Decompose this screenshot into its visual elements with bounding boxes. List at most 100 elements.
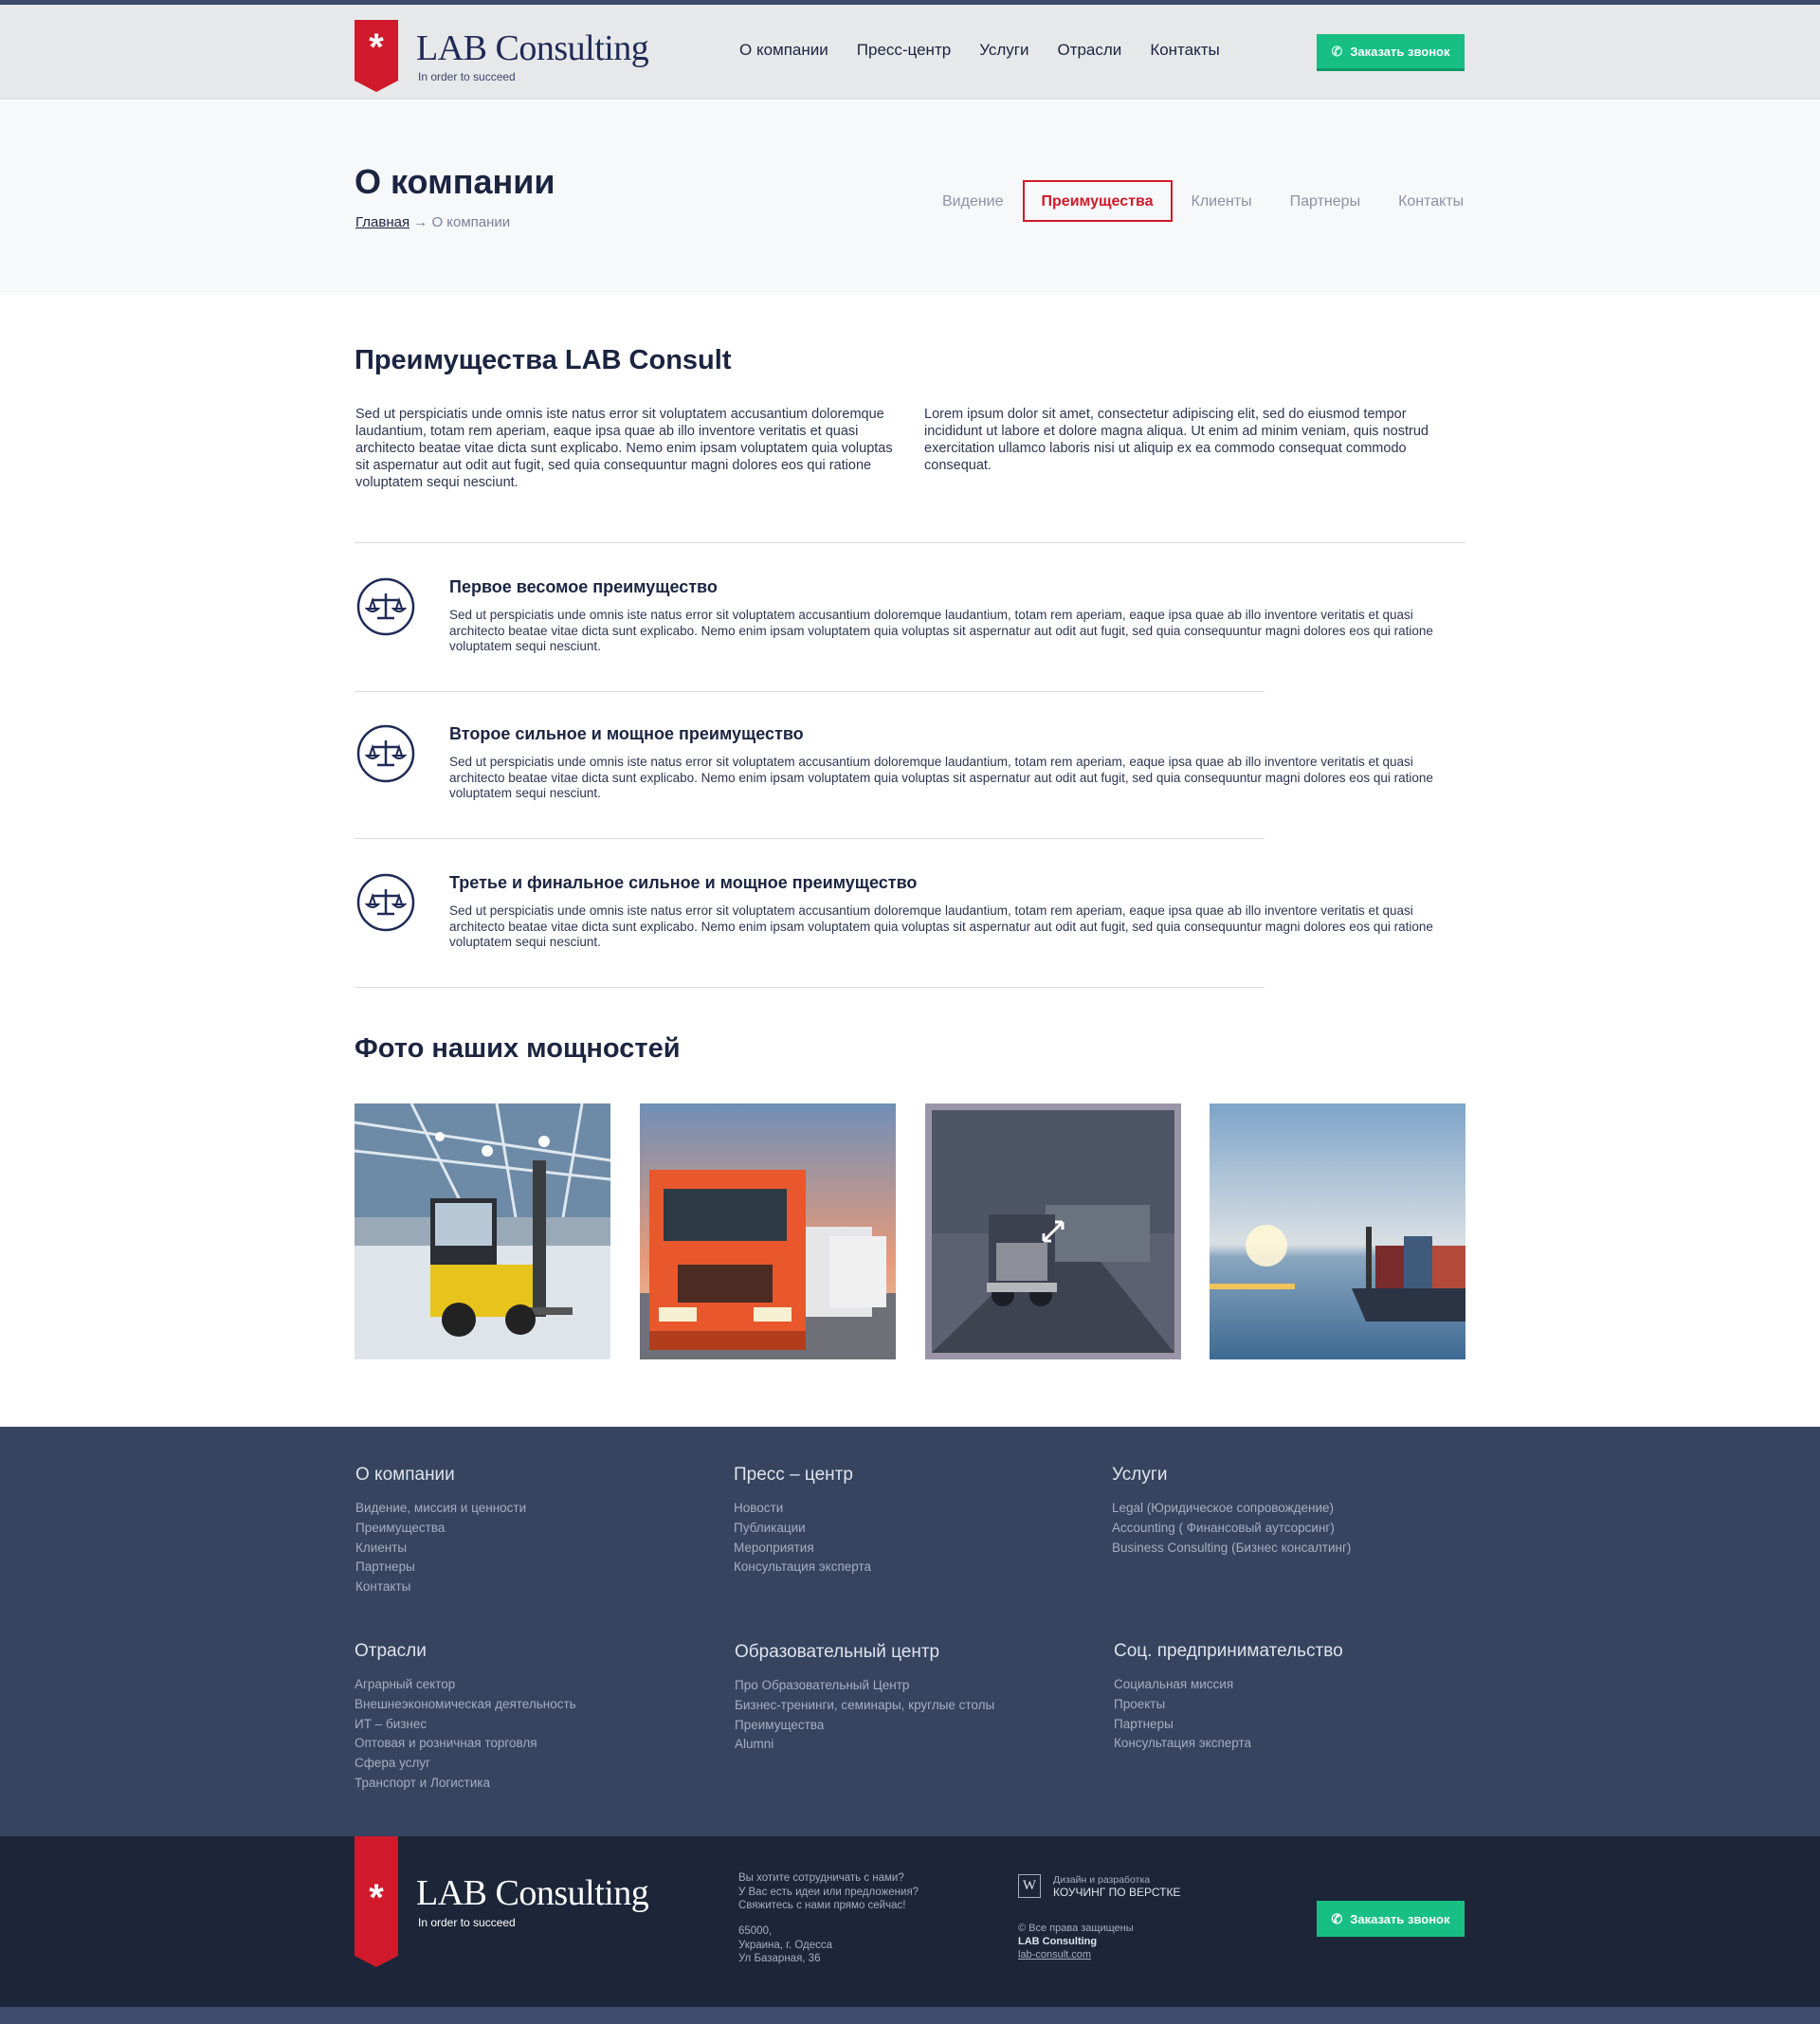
footer-column-title: Пресс – центр — [734, 1465, 853, 1485]
footer-link[interactable]: Партнеры — [1114, 1715, 1343, 1735]
phone-icon: ✆ — [1331, 43, 1343, 59]
footer-link[interactable]: Аграрный сектор — [355, 1675, 576, 1695]
footer-link[interactable]: Социальная миссия — [1114, 1675, 1343, 1695]
footer-link[interactable]: Транспорт и Логистика — [355, 1774, 576, 1794]
tab-clients[interactable]: Клиенты — [1173, 180, 1271, 222]
footer-column: Пресс – центр Новости Публикации Меропри… — [734, 1465, 871, 1577]
rights-text: © Все права защищены — [1018, 1923, 1134, 1934]
footer-link[interactable]: Оптовая и розничная торговля — [355, 1734, 576, 1754]
advantage-title: Второе сильное и мощное преимущество — [449, 724, 804, 743]
breadcrumb-current: О компании — [431, 214, 511, 230]
footer-order-call-label: Заказать звонок — [1350, 1911, 1450, 1926]
tab-vision[interactable]: Видение — [923, 180, 1023, 222]
bottom-stripe — [0, 2007, 1820, 2024]
logo[interactable]: * LAB Consulting In order to succeed — [355, 20, 658, 96]
footer-column-title: Отрасли — [355, 1641, 427, 1661]
cargo-ship-photo[interactable] — [1210, 1103, 1465, 1359]
scales-icon — [356, 577, 415, 636]
footer-link[interactable]: Alumni — [735, 1735, 994, 1755]
footer-link[interactable]: Видение, миссия и ценности — [355, 1499, 526, 1519]
footer-column-title: Образовательный центр — [735, 1642, 940, 1662]
logo-ribbon-icon: * — [355, 1836, 398, 1967]
breadcrumb-separator: → — [413, 214, 428, 230]
footer-link[interactable]: Преимущества — [355, 1519, 526, 1539]
footer-link[interactable]: Business Consulting (Бизнес консалтинг) — [1112, 1539, 1351, 1559]
order-call-button[interactable]: ✆ Заказать звонок — [1317, 34, 1465, 71]
footer-link[interactable]: Консультация эксперта — [734, 1558, 871, 1577]
nav-item-press[interactable]: Пресс-центр — [857, 41, 951, 60]
footer-link[interactable]: Преимущества — [735, 1716, 994, 1736]
truck-road-photo[interactable] — [925, 1103, 1181, 1359]
footer-link[interactable]: Партнеры — [355, 1558, 526, 1577]
footer-column: О компании Видение, миссия и ценности Пр… — [355, 1465, 526, 1597]
phone-icon: ✆ — [1331, 1910, 1343, 1926]
trucks-photo[interactable] — [640, 1103, 896, 1359]
advantage-item: Второе сильное и мощное преимущество Sed… — [355, 724, 1465, 838]
footer-link[interactable]: Клиенты — [355, 1539, 526, 1559]
footer-order-call-button[interactable]: ✆ Заказать звонок — [1317, 1901, 1465, 1937]
advantage-title: Третье и финальное сильное и мощное преи… — [449, 873, 918, 892]
designer-logo-icon[interactable]: W — [1018, 1874, 1041, 1898]
scales-icon — [356, 724, 415, 783]
site-header: * LAB Consulting In order to succeed О к… — [0, 5, 1820, 100]
address-line: 65000, — [738, 1925, 773, 1937]
nav-item-contacts[interactable]: Контакты — [1150, 41, 1219, 60]
logo-star: * — [369, 27, 384, 68]
footer-link[interactable]: Публикации — [734, 1519, 871, 1539]
footer-column-title: О компании — [355, 1465, 455, 1485]
footer-link[interactable]: Accounting ( Финансовый аутсорсинг) — [1112, 1519, 1351, 1539]
footer-link[interactable]: Новости — [734, 1499, 871, 1519]
advantage-item: Третье и финальное сильное и мощное преи… — [355, 873, 1465, 987]
tab-partners[interactable]: Партнеры — [1271, 180, 1379, 222]
footer-links: О компании Видение, миссия и ценности Пр… — [0, 1427, 1820, 1836]
contact-line: Вы хотите сотрудничать с нами? — [738, 1872, 904, 1884]
footer-column-title: Соц. предпринимательство — [1114, 1641, 1343, 1661]
order-call-label: Заказать звонок — [1350, 44, 1450, 59]
designer-credit: Дизайн и разработка КОУЧИНГ ПО ВЕРСТКЕ — [1053, 1874, 1180, 1899]
footer-logo-tagline: In order to succeed — [418, 1916, 516, 1929]
advantages-intro-right: Lorem ipsum dolor sit amet, consectetur … — [924, 407, 1429, 473]
footer-link[interactable]: Legal (Юридическое сопровождение) — [1112, 1499, 1351, 1519]
divider — [355, 838, 1265, 839]
logo-star: * — [369, 1877, 384, 1919]
divider — [355, 987, 1265, 988]
contact-line: Свяжитесь с нами прямо сейчас! — [738, 1900, 906, 1911]
address-line: Ул Базарная, 36 — [738, 1953, 821, 1964]
site-link[interactable]: lab-consult.com — [1018, 1948, 1134, 1961]
footer-link[interactable]: Консультация эксперта — [1114, 1734, 1343, 1754]
footer-logo-name: LAB Consulting — [416, 1873, 649, 1913]
scales-icon — [356, 873, 415, 932]
logo-tagline: In order to succeed — [418, 70, 516, 83]
footer-column: Отрасли Аграрный сектор Внешнеэкономичес… — [355, 1641, 576, 1794]
divider — [355, 691, 1265, 692]
footer-link[interactable]: Проекты — [1114, 1695, 1343, 1715]
logo-name: LAB Consulting — [416, 28, 649, 68]
designer-name[interactable]: КОУЧИНГ ПО ВЕРСТКЕ — [1053, 1887, 1180, 1899]
section-tabs: Видение Преимущества Клиенты Партнеры Ко… — [923, 180, 1483, 222]
footer-link[interactable]: Внешнеэкономическая деятельность — [355, 1695, 576, 1715]
nav-item-industries[interactable]: Отрасли — [1057, 41, 1121, 60]
page-title: О компании — [355, 162, 555, 201]
expand-icon[interactable] — [1040, 1218, 1066, 1245]
photos-title: Фото наших мощностей — [355, 1033, 681, 1064]
footer-link[interactable]: Мероприятия — [734, 1539, 871, 1559]
footer-link[interactable]: ИТ – бизнес — [355, 1715, 576, 1735]
advantage-item: Первое весомое преимущество Sed ut persp… — [355, 577, 1465, 691]
nav-item-services[interactable]: Услуги — [979, 41, 1028, 60]
tab-advantages[interactable]: Преимущества — [1022, 180, 1173, 222]
footer-column-title: Услуги — [1112, 1465, 1168, 1485]
tab-contacts[interactable]: Контакты — [1379, 180, 1483, 222]
footer-link[interactable]: Сфера услуг — [355, 1754, 576, 1774]
forklift-photo[interactable] — [355, 1103, 610, 1359]
breadcrumb-home[interactable]: Главная — [355, 214, 410, 230]
footer-bottom: * LAB Consulting In order to succeed Вы … — [0, 1836, 1820, 2007]
nav-item-about[interactable]: О компании — [739, 41, 828, 60]
footer-link[interactable]: Бизнес-тренинги, семинары, круглые столы — [735, 1696, 994, 1716]
advantages-intro-left: Sed ut perspiciatis unde omnis iste natu… — [355, 407, 893, 490]
copyright: © Все права защищены LAB Consulting lab-… — [1018, 1922, 1134, 1961]
footer-link[interactable]: Контакты — [355, 1577, 526, 1597]
footer-logo[interactable]: * LAB Consulting In order to succeed — [355, 1836, 658, 1969]
footer-link[interactable]: Про Образовательный Центр — [735, 1676, 994, 1696]
photo-gallery — [355, 1103, 1465, 1359]
footer-column: Образовательный центр Про Образовательны… — [735, 1642, 994, 1755]
